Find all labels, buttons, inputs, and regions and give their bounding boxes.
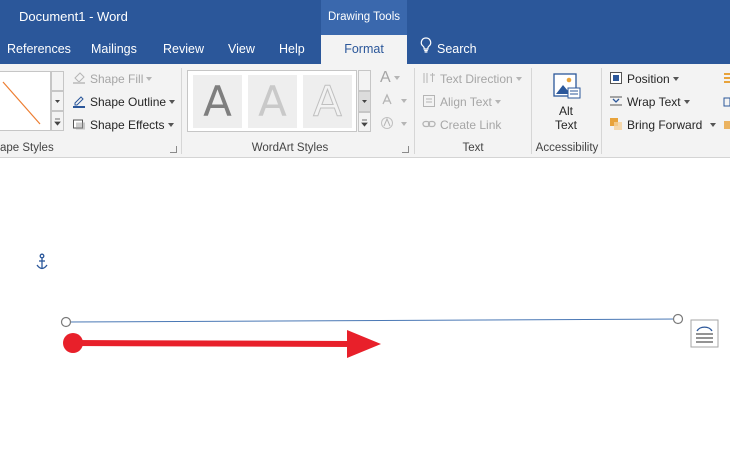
shape-styles-group-label: ape Styles: [0, 142, 54, 154]
ribbon-tab-row: References Mailings Review View Help For…: [0, 35, 730, 64]
alt-text-button[interactable]: Alt Text: [533, 68, 599, 140]
text-outline-button[interactable]: [380, 92, 407, 110]
lightbulb-icon: [420, 35, 432, 64]
wordart-styles-gallery[interactable]: A A A: [187, 70, 357, 132]
rotate-icon[interactable]: [722, 118, 730, 132]
chevron-down-icon: [710, 123, 717, 127]
wordart-style-outline[interactable]: A: [303, 75, 352, 128]
text-fill-icon: A: [380, 69, 391, 86]
shape-gallery-scroll-down[interactable]: [51, 91, 64, 111]
tab-mailings[interactable]: Mailings: [91, 35, 137, 64]
chevron-down-icon: [169, 100, 176, 104]
position-icon: [609, 71, 623, 85]
drawing-layer: [36, 253, 719, 358]
chevron-down-icon: [146, 77, 153, 81]
alt-text-icon: [553, 73, 581, 99]
drawing-tools-context-label: Drawing Tools: [321, 0, 407, 35]
chevron-down-icon: [683, 100, 690, 104]
shape-gallery-more[interactable]: [51, 111, 64, 131]
shape-style-preview-line: [2, 81, 41, 125]
shape-outline-button[interactable]: Shape Outline: [72, 93, 176, 111]
search-label: Search: [437, 42, 477, 56]
title-bar: Document1 - Word Drawing Tools: [0, 0, 730, 35]
chevron-down-icon: [167, 123, 174, 127]
chevron-down-icon: [393, 76, 400, 80]
paint-bucket-icon: [72, 71, 86, 85]
shape-fill-button[interactable]: Shape Fill: [72, 70, 153, 88]
line-start-handle[interactable]: [60, 316, 72, 328]
wordart-gallery-scroll-up[interactable]: [358, 70, 371, 91]
bring-forward-button[interactable]: Bring Forward: [609, 116, 717, 134]
text-fill-button[interactable]: A: [380, 69, 400, 87]
accessibility-group-label: Accessibility: [535, 142, 599, 154]
group-icon[interactable]: [722, 95, 730, 109]
pen-outline-icon: [72, 94, 86, 108]
chevron-down-icon: [515, 77, 522, 81]
text-group-label: Text: [462, 142, 484, 154]
group-divider: [181, 68, 182, 154]
wordart-styles-group-label: WordArt Styles: [251, 142, 329, 154]
selected-line-shape[interactable]: [65, 318, 679, 323]
tab-view[interactable]: View: [228, 35, 255, 64]
ribbon: Shape Fill Shape Outline Shape Effects a…: [0, 64, 730, 158]
tab-review[interactable]: Review: [163, 35, 204, 64]
shape-effects-icon: [72, 117, 86, 131]
text-outline-icon: [380, 93, 394, 107]
align-text-icon: [422, 94, 436, 108]
shape-gallery-scroll-up[interactable]: [51, 71, 64, 91]
group-divider: [601, 68, 602, 154]
chevron-down-icon: [401, 122, 407, 126]
wrap-text-icon: [609, 94, 623, 108]
text-effects-button[interactable]: [380, 115, 407, 133]
text-effects-icon: [380, 116, 394, 130]
align-text-button[interactable]: Align Text: [422, 93, 501, 111]
bring-forward-icon: [609, 117, 623, 131]
tab-help[interactable]: Help: [279, 35, 305, 64]
tab-format[interactable]: Format: [321, 35, 407, 64]
anchor-icon: [36, 253, 48, 270]
document-canvas[interactable]: [0, 159, 730, 457]
wordart-gallery-scroll-down[interactable]: [358, 91, 371, 112]
shape-effects-button[interactable]: Shape Effects: [72, 116, 174, 134]
window-title: Document1 - Word: [19, 9, 128, 24]
chevron-down-icon: [401, 99, 407, 103]
wordart-gallery-more[interactable]: [358, 112, 371, 132]
layout-options-icon[interactable]: [690, 319, 719, 348]
text-direction-button[interactable]: Text Direction: [422, 70, 522, 88]
wordart-dialog-launcher[interactable]: [402, 146, 409, 153]
shape-styles-dialog-launcher[interactable]: [170, 146, 177, 153]
group-divider: [531, 68, 532, 154]
search-box[interactable]: Search: [420, 35, 477, 64]
link-icon: [422, 117, 436, 131]
chevron-down-icon: [494, 100, 501, 104]
wrap-text-button[interactable]: Wrap Text: [609, 93, 690, 111]
chevron-down-icon: [672, 77, 679, 81]
line-end-handle[interactable]: [672, 313, 684, 325]
wordart-style-light[interactable]: A: [248, 75, 297, 128]
align-icon[interactable]: [722, 72, 730, 86]
wordart-style-gray[interactable]: A: [193, 75, 242, 128]
position-button[interactable]: Position: [609, 70, 679, 88]
create-link-button[interactable]: Create Link: [422, 116, 501, 134]
red-arrow-annotation: [63, 330, 381, 358]
shape-styles-gallery[interactable]: [0, 71, 51, 131]
tab-references[interactable]: References: [7, 35, 71, 64]
text-direction-icon: [422, 71, 436, 85]
